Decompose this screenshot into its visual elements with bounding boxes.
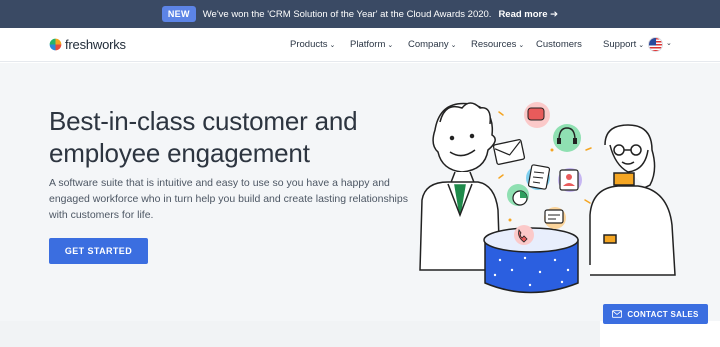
logo-text: freshworks <box>65 37 126 52</box>
nav-support[interactable]: Support ⌄ <box>603 39 644 50</box>
chevron-down-icon: ⌄ <box>329 41 336 49</box>
freshworks-logo-icon <box>49 38 62 51</box>
nav-platform-label: Platform <box>350 39 386 50</box>
nav-support-label: Support <box>603 39 637 50</box>
phone-icon <box>514 225 534 245</box>
nav-platform[interactable]: Platform ⌄ <box>350 39 393 50</box>
new-badge: NEW <box>161 6 196 22</box>
chevron-down-icon: ⌄ <box>518 41 525 49</box>
nav-resources[interactable]: Resources ⌄ <box>471 39 524 50</box>
freshworks-logo[interactable]: freshworks <box>49 37 126 52</box>
contact-sales-button[interactable]: CONTACT SALES <box>603 304 708 324</box>
read-more-link[interactable]: Read more ➔ <box>498 9 558 20</box>
contact-sales-label: CONTACT SALES <box>627 309 699 319</box>
chevron-down-icon: ⌄ <box>638 41 645 49</box>
section-divider <box>0 321 600 347</box>
headset-icon <box>553 124 581 152</box>
hero-illustration <box>419 102 676 294</box>
nav-products[interactable]: Products ⌄ <box>290 39 335 50</box>
nav-company-label: Company <box>408 39 449 50</box>
next-section <box>0 321 720 347</box>
chevron-down-icon: ⌄ <box>387 41 394 49</box>
hero-subtext: A software suite that is intuitive and e… <box>49 177 408 221</box>
nav-company[interactable]: Company ⌄ <box>408 39 457 50</box>
chevron-down-icon[interactable]: ⌄ <box>666 39 672 47</box>
nav-resources-label: Resources <box>471 39 517 50</box>
chevron-down-icon: ⌄ <box>450 41 457 49</box>
announcement-bar: NEW We've won the 'CRM Solution of the Y… <box>0 0 720 28</box>
hero-headline: Best-in-class customer and employee enga… <box>49 106 358 168</box>
nav-customers[interactable]: Customers <box>536 39 582 50</box>
document-icon <box>526 164 551 190</box>
nav-customers-label: Customers <box>536 39 582 50</box>
top-nav: freshworks Products ⌄ Platform ⌄ Company… <box>0 28 720 62</box>
chart-icon <box>507 184 529 206</box>
user-icon <box>558 168 582 192</box>
get-started-button[interactable]: GET STARTED <box>49 238 148 264</box>
woman-illustration <box>589 124 676 276</box>
chat-icon <box>524 102 550 128</box>
us-flag-icon[interactable] <box>648 37 663 52</box>
mail-icon <box>612 310 623 318</box>
message-icon <box>544 207 566 229</box>
announcement-message: We've won the 'CRM Solution of the Year'… <box>202 8 492 20</box>
mail-icon <box>492 139 526 165</box>
nav-products-label: Products <box>290 39 328 50</box>
